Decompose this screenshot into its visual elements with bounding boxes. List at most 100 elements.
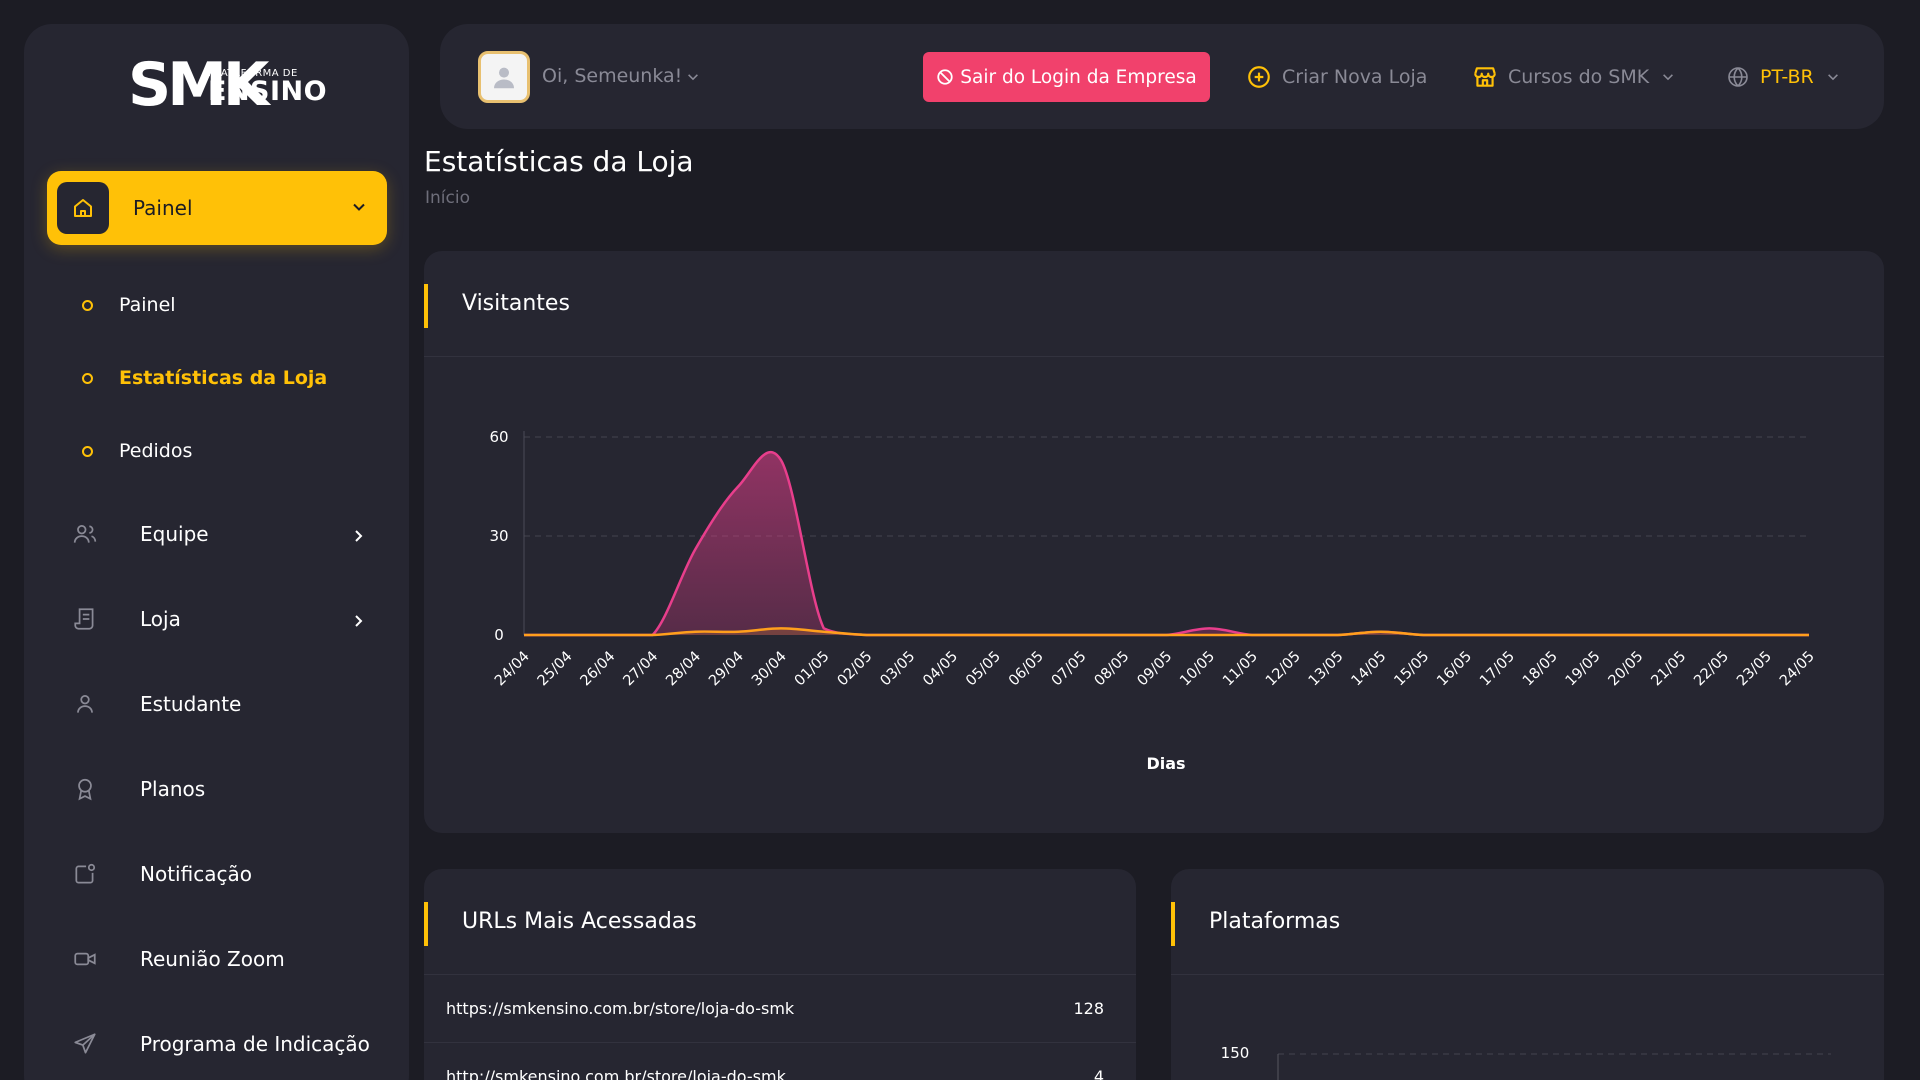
sidebar-item-painel-group[interactable]: Painel: [47, 171, 387, 245]
x-tick-label: 11/05: [1220, 649, 1261, 690]
sidebar-subitem-label: Estatísticas da Loja: [119, 367, 328, 389]
sidebar-item-equipe[interactable]: Equipe: [70, 509, 390, 559]
sidebar-item-programa-indicacao[interactable]: Programa de Indicação: [70, 1019, 390, 1069]
y-tick-label: 0: [494, 626, 504, 644]
x-tick-label: 24/04: [492, 649, 533, 690]
home-icon: [57, 182, 109, 234]
top-header: Oi, Semeunka! Sair do Login da Empresa C…: [440, 24, 1884, 129]
courses-label: Cursos do SMK: [1508, 65, 1650, 88]
y-tick-label: 150: [1221, 1044, 1250, 1062]
y-tick-label: 60: [489, 428, 508, 446]
sidebar-subitem-estatisticas[interactable]: Estatísticas da Loja: [82, 358, 327, 398]
sidebar-item-label: Reunião Zoom: [140, 947, 285, 971]
x-tick-label: 10/05: [1177, 649, 1218, 690]
language-label: PT-BR: [1760, 65, 1814, 88]
sidebar-subitem-painel[interactable]: Painel: [82, 285, 176, 325]
x-tick-label: 26/04: [578, 649, 619, 690]
video-icon: [70, 944, 100, 974]
platforms-chart: 150: [1221, 1044, 1831, 1080]
x-tick-label: 23/05: [1734, 649, 1775, 690]
user-icon: [70, 689, 100, 719]
sidebar-subitem-label: Pedidos: [119, 440, 193, 462]
create-store-link[interactable]: Criar Nova Loja: [1246, 24, 1427, 129]
url-text[interactable]: http://smkensino.com.br/store/loja-do-sm…: [446, 1067, 786, 1080]
bullet-icon: [82, 372, 93, 384]
sidebar-item-label: Equipe: [140, 522, 209, 546]
x-tick-label: 18/05: [1520, 649, 1561, 690]
visitors-chart: 0 30 60 24/04 25/04 26/04 27/04 28/04 29/04 30/04…: [489, 428, 1818, 773]
x-tick-label: 20/05: [1606, 649, 1647, 690]
chevron-down-icon: [1826, 70, 1840, 84]
x-tick-label: 08/05: [1092, 649, 1133, 690]
x-tick-label: 24/05: [1777, 649, 1818, 690]
plus-circle-icon: [1246, 64, 1272, 90]
x-tick-label: 02/05: [835, 649, 876, 690]
x-tick-label: 12/05: [1263, 649, 1304, 690]
breadcrumb[interactable]: Início: [425, 188, 470, 208]
bullet-icon: [82, 299, 93, 311]
card-title: URLs Mais Acessadas: [462, 909, 697, 934]
users-icon: [70, 519, 100, 549]
sidebar-item-estudante[interactable]: Estudante: [70, 679, 390, 729]
x-tick-label: 13/05: [1306, 649, 1347, 690]
x-tick-label: 22/05: [1691, 649, 1732, 690]
chevron-down-icon[interactable]: [686, 69, 700, 88]
create-store-label: Criar Nova Loja: [1282, 65, 1428, 88]
x-tick-label: 15/05: [1391, 649, 1432, 690]
avatar[interactable]: [478, 51, 530, 103]
language-selector[interactable]: PT-BR: [1726, 24, 1840, 129]
x-tick-label: 19/05: [1563, 649, 1604, 690]
table-row[interactable]: https://smkensino.com.br/store/loja-do-s…: [424, 975, 1136, 1043]
x-tick-label: 07/05: [1049, 649, 1090, 690]
sidebar-item-label: Painel: [133, 196, 193, 220]
logo-sub-large: ENSINO: [208, 76, 328, 107]
x-tick-label: 09/05: [1134, 649, 1175, 690]
chevron-down-icon: [351, 199, 367, 219]
accent-bar: [424, 902, 428, 946]
sidebar-subitem-label: Painel: [119, 294, 176, 316]
sidebar-item-reuniao-zoom[interactable]: Reunião Zoom: [70, 934, 390, 984]
brand-logo[interactable]: SMK PLATAFORMA DE ENSINO: [128, 50, 327, 120]
receipt-icon: [70, 604, 100, 634]
globe-icon: [1726, 65, 1750, 89]
x-tick-label: 01/05: [792, 649, 833, 690]
x-tick-label: 06/05: [1006, 649, 1047, 690]
sidebar-subitem-pedidos[interactable]: Pedidos: [82, 431, 192, 471]
courses-dropdown[interactable]: Cursos do SMK: [1472, 24, 1675, 129]
logout-company-button[interactable]: Sair do Login da Empresa: [923, 52, 1210, 102]
card-header: URLs Mais Acessadas: [424, 869, 1136, 975]
chevron-down-icon: [1661, 70, 1675, 84]
url-count: 128: [1073, 999, 1104, 1018]
logout-company-label: Sair do Login da Empresa: [960, 66, 1197, 88]
sidebar-item-notificacao[interactable]: Notificação: [70, 849, 390, 899]
sidebar-item-label: Planos: [140, 777, 206, 801]
x-tick-label: 28/04: [663, 649, 704, 690]
y-tick-label: 30: [489, 527, 508, 545]
page-title: Estatísticas da Loja: [424, 145, 694, 178]
sidebar-item-label: Notificação: [140, 862, 252, 886]
award-icon: [70, 774, 100, 804]
sidebar-item-planos[interactable]: Planos: [70, 764, 390, 814]
x-tick-label: 14/05: [1349, 649, 1390, 690]
url-count: 4: [1093, 1067, 1104, 1080]
sidebar-item-label: Estudante: [140, 692, 242, 716]
x-tick-label: 21/05: [1648, 649, 1689, 690]
platforms-card: Plataformas 150: [1171, 869, 1884, 1080]
sidebar-item-loja[interactable]: Loja: [70, 594, 390, 644]
x-tick-label: 16/05: [1434, 649, 1475, 690]
x-tick-label: 27/04: [620, 649, 661, 690]
x-tick-label: 17/05: [1477, 649, 1518, 690]
notification-icon: [70, 859, 100, 889]
table-row[interactable]: http://smkensino.com.br/store/loja-do-sm…: [424, 1043, 1136, 1080]
visitors-card: Visitantes 0 30 60 24/04 25/04 26/04 27/04 28/0…: [424, 251, 1884, 833]
sidebar-item-label: Loja: [140, 607, 181, 631]
x-tick-label: 03/05: [877, 649, 918, 690]
user-greeting[interactable]: Oi, Semeunka!: [542, 24, 682, 129]
store-icon: [1472, 64, 1498, 90]
bullet-icon: [82, 445, 93, 457]
x-tick-label: 05/05: [963, 649, 1004, 690]
url-text[interactable]: https://smkensino.com.br/store/loja-do-s…: [446, 999, 794, 1018]
sidebar-item-label: Programa de Indicação: [140, 1032, 370, 1056]
x-tick-label: 29/04: [706, 649, 747, 690]
send-icon: [70, 1029, 100, 1059]
